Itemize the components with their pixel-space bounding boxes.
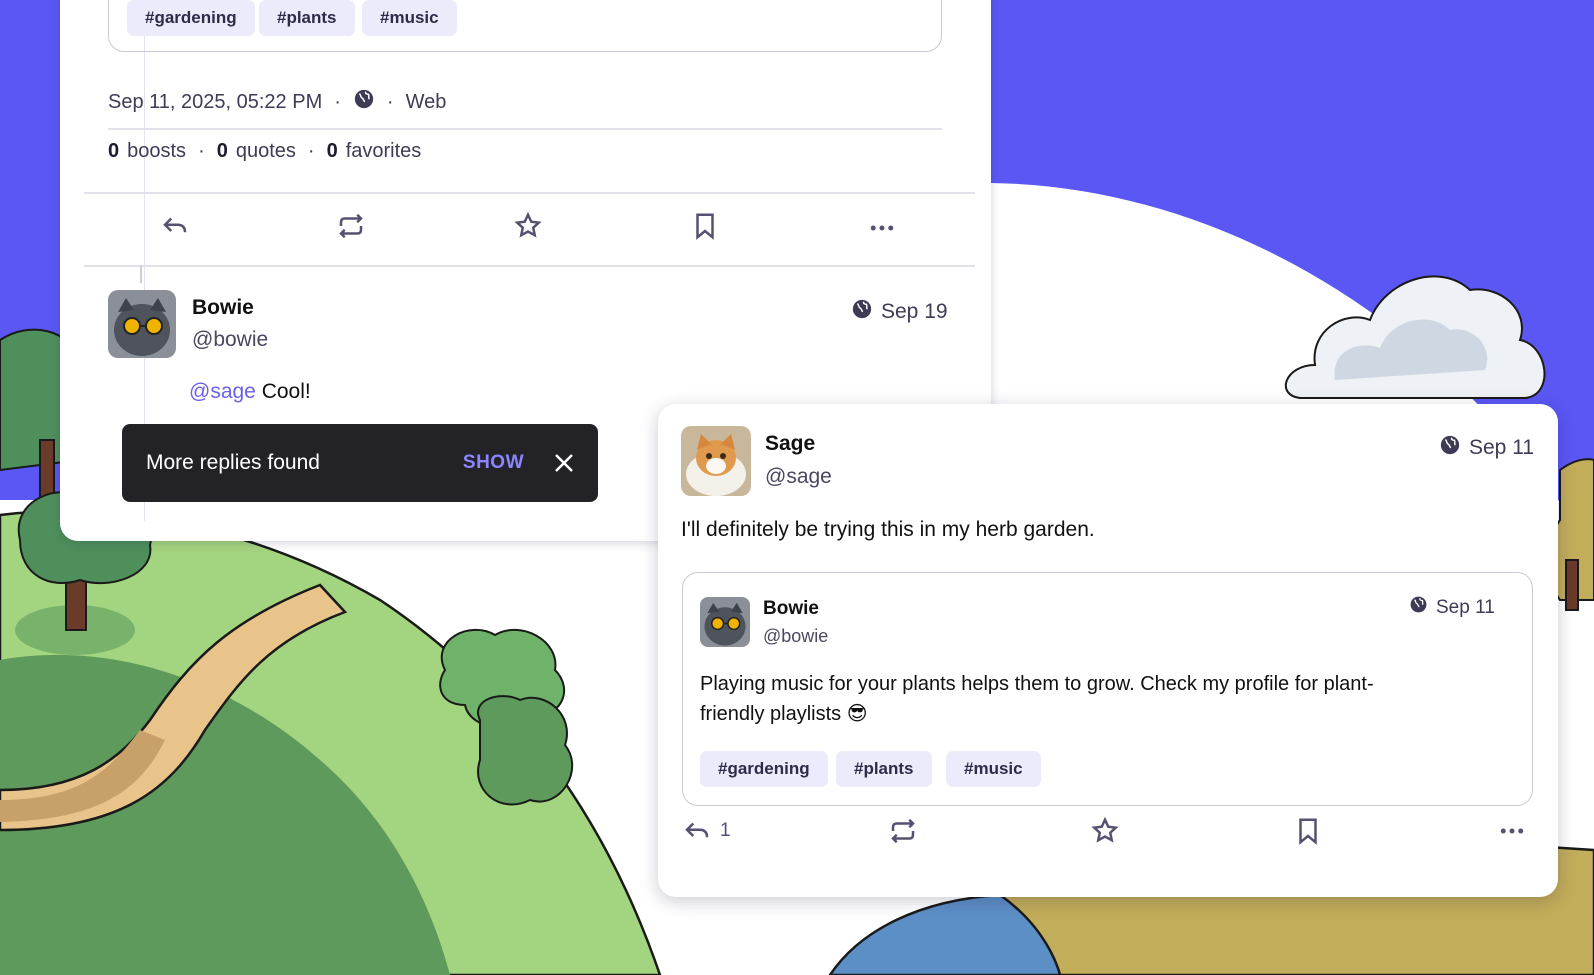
globe-icon [1409, 595, 1428, 620]
hashtag-plants[interactable]: #plants [836, 751, 932, 787]
popup-boost-button[interactable] [885, 813, 921, 849]
reply-date-text: Sep 19 [881, 300, 948, 323]
quoted-text-line-2: friendly playlists 😎 [700, 703, 868, 725]
more-replies-toast: More replies found SHOW [122, 424, 598, 502]
hover-post-card[interactable]: Sage @sage Sep 11 I'll definitely be try… [658, 404, 1558, 897]
reply-content: @sage Cool! [189, 380, 311, 404]
globe-icon [353, 88, 375, 116]
popup-date[interactable]: Sep 11 [1439, 434, 1534, 462]
popup-reply-button[interactable]: 1 [682, 816, 731, 846]
favorites-label[interactable]: favorites [346, 140, 422, 163]
popup-author-name[interactable]: Sage [765, 432, 815, 456]
boosts-count[interactable]: 0 [108, 140, 119, 163]
thread-connector [140, 265, 142, 283]
reply-count: 1 [720, 820, 731, 841]
avatar-sage[interactable] [681, 426, 751, 496]
reply-date[interactable]: Sep 19 [851, 298, 948, 326]
hashtag-music[interactable]: #music [362, 0, 457, 36]
more-button[interactable] [864, 210, 900, 246]
quoted-author-name[interactable]: Bowie [763, 598, 819, 620]
show-button[interactable]: SHOW [463, 452, 524, 474]
reply-icon [685, 822, 709, 838]
popup-bookmark-button[interactable] [1290, 813, 1326, 849]
reply-author-handle[interactable]: @bowie [192, 328, 268, 352]
post-meta: Sep 11, 2025, 05:22 PM · · Web [108, 88, 446, 116]
post-datetime[interactable]: Sep 11, 2025, 05:22 PM [108, 91, 322, 114]
popup-favorite-button[interactable] [1087, 813, 1123, 849]
boost-button[interactable] [333, 208, 369, 244]
quotes-label[interactable]: quotes [236, 140, 296, 163]
stats-separator: · [198, 140, 205, 162]
quoted-date[interactable]: Sep 11 [1409, 595, 1495, 620]
avatar-bowie[interactable] [108, 290, 176, 358]
globe-icon [851, 298, 873, 326]
avatar-bowie-small[interactable] [700, 597, 750, 647]
hashtag-music[interactable]: #music [946, 751, 1041, 787]
reply-icon [163, 217, 187, 233]
quoted-author-handle[interactable]: @bowie [763, 626, 828, 647]
bookmark-icon [696, 213, 714, 240]
star-icon [514, 211, 542, 238]
meta-divider [108, 128, 942, 130]
boost-icon [339, 213, 363, 239]
boosts-label[interactable]: boosts [127, 140, 186, 163]
bookmark-icon [1299, 818, 1317, 845]
popup-author-handle[interactable]: @sage [765, 465, 832, 489]
bookmark-button[interactable] [687, 208, 723, 244]
hashtag-gardening[interactable]: #gardening [127, 0, 255, 36]
reply-button[interactable] [157, 208, 193, 244]
mention-link[interactable]: @sage [189, 380, 256, 403]
favorite-button[interactable] [510, 208, 546, 244]
quoted-date-text: Sep 11 [1436, 596, 1495, 618]
actions-divider [84, 265, 975, 267]
post-client: Web [405, 90, 447, 113]
reply-text: Cool! [255, 380, 311, 403]
meta-separator-2: · [386, 90, 394, 113]
reply-author-name[interactable]: Bowie [192, 296, 254, 320]
close-icon[interactable] [552, 451, 576, 475]
stats-separator: · [307, 140, 315, 162]
popup-post-text: I'll definitely be trying this in my her… [681, 518, 1095, 541]
hashtag-plants[interactable]: #plants [259, 0, 355, 36]
toast-message: More replies found [146, 451, 320, 474]
globe-icon [1439, 434, 1461, 462]
more-icon [1500, 828, 1524, 834]
quotes-count[interactable]: 0 [217, 140, 228, 163]
stats-divider [84, 192, 975, 194]
hashtag-gardening[interactable]: #gardening [700, 751, 828, 787]
popup-date-text: Sep 11 [1469, 436, 1534, 459]
more-icon [870, 225, 894, 231]
boost-icon [891, 818, 915, 844]
quoted-post[interactable]: Bowie @bowie Sep 11 Playing music for yo… [682, 572, 1533, 806]
post-stats: 0 boosts · 0 quotes · 0 favorites [108, 140, 421, 163]
popup-more-button[interactable] [1494, 813, 1530, 849]
favorites-count[interactable]: 0 [327, 140, 338, 163]
star-icon [1091, 816, 1119, 843]
meta-separator: · [334, 90, 341, 113]
quoted-text: Playing music for your plants helps them… [700, 669, 1374, 729]
quoted-text-line-1: Playing music for your plants helps them… [700, 673, 1374, 695]
